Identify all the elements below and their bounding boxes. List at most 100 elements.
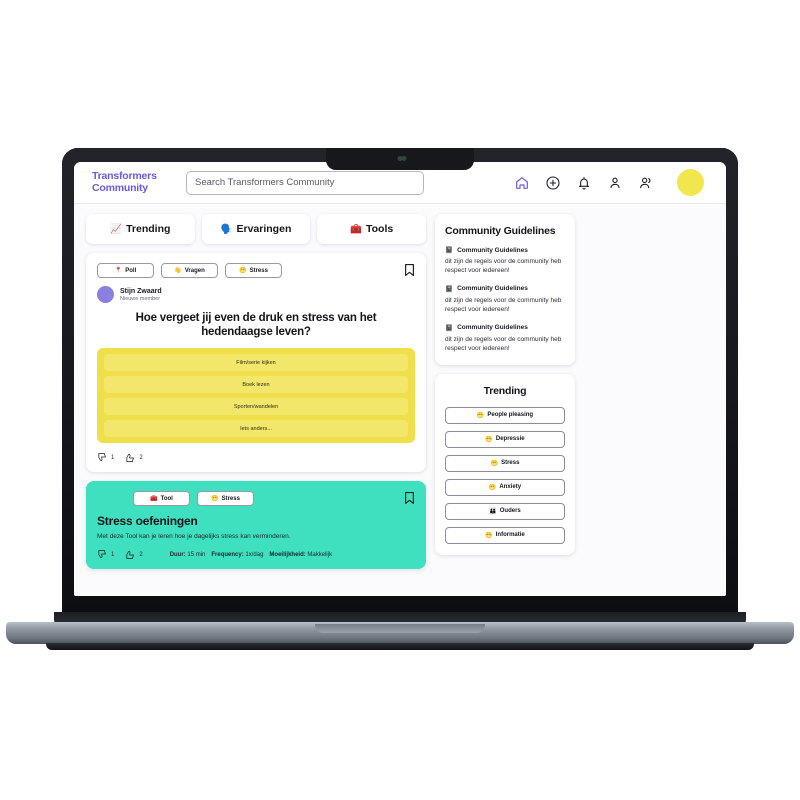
meta-key: Duur: (169, 551, 186, 558)
meta-value: Makkelijk (307, 551, 333, 558)
search-input[interactable] (186, 170, 424, 195)
trending-item-depressie[interactable]: 😁 Depressie (445, 430, 565, 448)
bookmark-icon[interactable] (404, 491, 415, 505)
home-icon[interactable] (514, 175, 530, 191)
smiley-icon: 😁 (485, 436, 493, 443)
guideline-body: dit zijn de regels voor de community heb… (445, 296, 562, 314)
smiley-icon: 😁 (485, 532, 493, 539)
downvote-count: 1 (111, 551, 115, 558)
thumbs-down-icon (98, 550, 106, 558)
downvote-button[interactable]: 1 (97, 549, 114, 560)
meta-key: Frequency: (211, 551, 244, 558)
tab-label: Tools (365, 223, 394, 235)
poll-option[interactable]: Film/serie kijken (104, 354, 408, 372)
tag-stress[interactable]: 😁 Stress (225, 263, 282, 278)
trending-item-anxiety[interactable]: 😁 Anxiety (445, 478, 565, 496)
laptop-base (6, 612, 794, 650)
bookmark-icon[interactable] (404, 263, 415, 277)
tag-poll[interactable]: 📍 Poll (97, 263, 154, 278)
trending-label: Stress (501, 460, 520, 467)
right-sidebar: Community Guidelines 📓 Community Guideli… (435, 214, 575, 596)
guideline-item[interactable]: 📓 Community Guidelines dit zijn de regel… (445, 324, 565, 354)
poll-option[interactable]: Boek lezen (104, 376, 408, 394)
trending-title: Trending (483, 384, 527, 397)
guideline-body: dit zijn de regels voor de community heb… (445, 335, 562, 353)
user-avatar[interactable] (677, 169, 704, 196)
speech-balloon-icon: 🗣️ (220, 223, 233, 235)
tool-post-card[interactable]: 🧰 Tool 😁 Stress Stress oefeningen Met de… (86, 481, 426, 570)
meta-key: Moeilijkheid: (269, 551, 306, 558)
tag-label: Poll (125, 267, 137, 274)
upvote-button[interactable]: 2 (125, 452, 143, 463)
notebook-icon: 📓 (445, 285, 454, 293)
tool-title: Stress oefeningen (97, 514, 198, 529)
feed-column: 📈 Trending 🗣️ Ervaringen 🧰 Tools 📍 Poll … (86, 214, 427, 596)
wave-icon: 👋 (174, 268, 182, 274)
application-window: Transformers Community Search Transforme… (74, 162, 726, 596)
trending-item-informatie[interactable]: 😁 Informatie (445, 526, 565, 544)
trending-label: People pleasing (487, 412, 534, 419)
people-icon[interactable] (638, 175, 654, 191)
tab-tools[interactable]: 🧰 Tools (317, 214, 427, 244)
plus-circle-icon[interactable] (545, 175, 561, 191)
toolbox-icon: 🧰 (350, 223, 362, 235)
smiley-icon: 😁 (239, 268, 247, 274)
trending-item-stress[interactable]: 😁 Stress (445, 454, 565, 472)
post-title: Hoe vergeet jij even de druk en stress v… (135, 312, 377, 339)
guideline-item[interactable]: 📓 Community Guidelines dit zijn de regel… (445, 246, 565, 276)
trending-label: Ouders (499, 508, 521, 515)
guideline-item[interactable]: 📓 Community Guidelines dit zijn de regel… (445, 285, 565, 315)
laptop-screen: Transformers Community Search Transforme… (74, 162, 726, 596)
camera-icon (397, 156, 403, 161)
smiley-icon: 😁 (488, 484, 497, 491)
meta-value: 15 min (187, 551, 206, 558)
upvote-count: 2 (139, 454, 143, 461)
smiley-icon: 😁 (476, 412, 485, 419)
upvote-button[interactable]: 2 (125, 549, 143, 560)
search-container (186, 170, 424, 195)
tag-stress[interactable]: 😁 Stress (197, 491, 254, 507)
tag-vragen[interactable]: 👋 Vragen (161, 263, 218, 278)
bell-icon[interactable] (576, 175, 592, 191)
guidelines-title: Community Guidelines (445, 225, 556, 237)
poll-widget: Film/serie kijken Boek lezen Sporten/wan… (97, 348, 415, 444)
downvote-count: 1 (111, 454, 115, 461)
laptop-base-shadow (46, 643, 754, 650)
author-role: Nieuwe member (120, 295, 161, 302)
guideline-heading: Community Guidelines (457, 246, 528, 254)
trending-item-people-pleasing[interactable]: 😁 People pleasing (445, 406, 565, 424)
tab-ervaringen[interactable]: 🗣️ Ervaringen (201, 214, 311, 244)
reaction-row: 1 2 Duur: 15 min Frequency: 1x/dag Moeil… (97, 549, 415, 560)
nav-icon-group (514, 169, 704, 196)
screenshot-stage: Transformers Community Search Transforme… (0, 0, 800, 800)
tab-label: Trending (126, 223, 171, 235)
meta-value: 1x/dag (245, 551, 264, 558)
person-icon[interactable] (607, 175, 623, 191)
poll-option[interactable]: Iets anders... (104, 420, 408, 438)
brand-logo[interactable]: Transformers Community (92, 171, 178, 194)
post-author[interactable]: Stijn Zwaard Nieuwe member (97, 286, 415, 303)
smiley-icon: 😁 (490, 460, 499, 467)
trending-label: Depressie (495, 436, 525, 443)
poll-option[interactable]: Sporten/wandelen (104, 398, 408, 416)
tool-metadata: Duur: 15 min Frequency: 1x/dag Moeilijkh… (170, 552, 332, 558)
tab-trending[interactable]: 📈 Trending (86, 214, 195, 244)
trending-label: Anxiety (499, 484, 522, 491)
upvote-count: 2 (139, 551, 143, 558)
trending-item-ouders[interactable]: 👪 Ouders (445, 502, 565, 520)
poll-post-card[interactable]: 📍 Poll 👋 Vragen 😁 Stress Stijn Zwaard Ni… (86, 253, 426, 473)
page-content: 📈 Trending 🗣️ Ervaringen 🧰 Tools 📍 Poll … (74, 204, 726, 596)
notebook-icon: 📓 (445, 324, 454, 332)
pin-icon: 📍 (114, 268, 123, 274)
downvote-button[interactable]: 1 (97, 452, 114, 463)
tag-label: Tool (160, 495, 173, 502)
notebook-icon: 📓 (445, 247, 454, 254)
author-avatar (97, 286, 114, 303)
laptop-open-notch (315, 624, 485, 633)
tag-tool[interactable]: 🧰 Tool (133, 491, 190, 507)
tag-label: Vragen (184, 267, 205, 274)
tag-row: 📍 Poll 👋 Vragen 😁 Stress (97, 263, 415, 278)
thumbs-up-icon (126, 551, 135, 560)
author-name: Stijn Zwaard (120, 287, 162, 295)
guideline-heading: Community Guidelines (457, 285, 528, 293)
